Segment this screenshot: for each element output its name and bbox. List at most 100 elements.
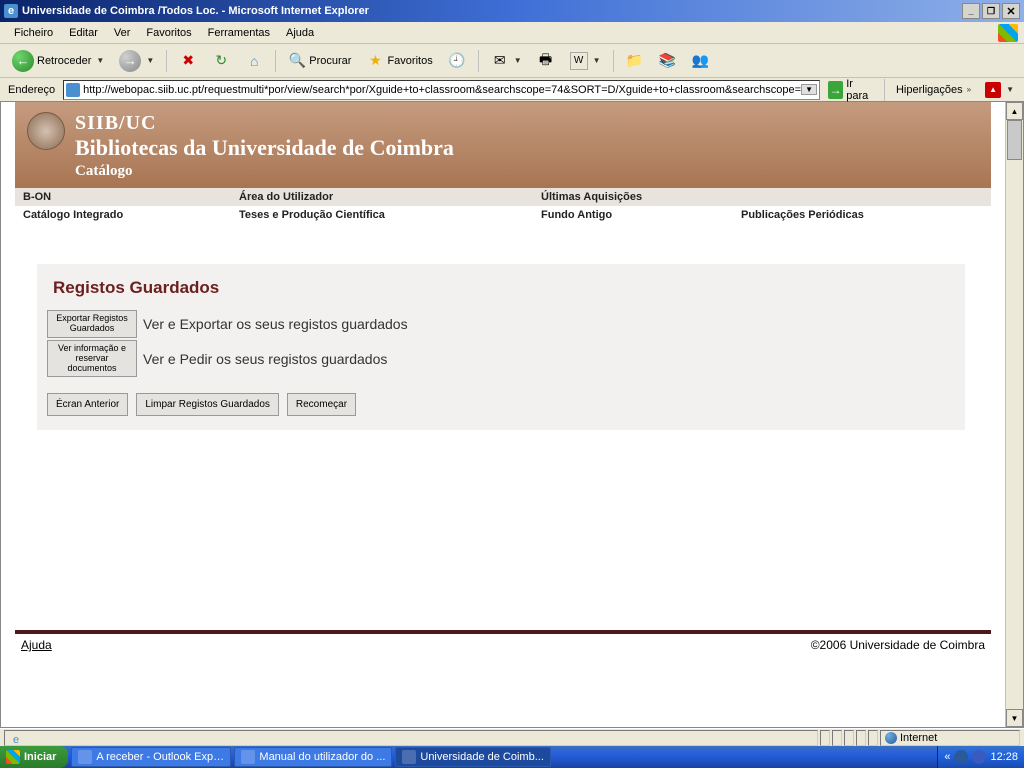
messenger-button[interactable]: 👥 [686, 48, 716, 74]
nav-bon[interactable]: B-ON [15, 188, 231, 206]
nav-publicacoes[interactable]: Publicações Periódicas [733, 206, 991, 224]
ie-icon [402, 750, 416, 764]
footer-copyright: ©2006 Universidade de Coimbra [811, 638, 985, 652]
nav-teses[interactable]: Teses e Produção Científica [231, 206, 533, 224]
export-row: Exportar Registos Guardados Ver e Export… [47, 310, 955, 338]
go-label: Ir para [846, 78, 873, 102]
outlook-icon [78, 750, 92, 764]
address-text: http://webopac.siib.uc.pt/requestmulti*p… [83, 84, 801, 96]
minimize-button[interactable]: _ [962, 3, 980, 19]
nav-area-utilizador[interactable]: Área do Utilizador [231, 188, 533, 206]
go-icon: → [828, 81, 843, 99]
chevron-down-icon: ▼ [96, 56, 104, 65]
window-titlebar: e Universidade de Coimbra /Todos Loc. - … [0, 0, 1024, 22]
zone-label: Internet [900, 732, 937, 744]
windows-flag-icon [998, 24, 1018, 42]
search-button[interactable]: 🔍 Procurar [282, 48, 357, 74]
page-body: SIIB/UC Bibliotecas da Universidade de C… [1, 102, 1005, 727]
print-button[interactable]: 🖶 [531, 48, 561, 74]
tray-icon[interactable] [954, 750, 968, 764]
start-button[interactable]: Iniciar [0, 746, 68, 768]
address-bar: Endereço http://webopac.siib.uc.pt/reque… [0, 78, 1024, 102]
mail-icon: ✉ [491, 52, 509, 70]
taskbar-task-outlook[interactable]: A receber - Outlook Expr... [71, 747, 231, 767]
header-line1: SIIB/UC [75, 112, 973, 135]
links-button[interactable]: Hiperligações » [892, 84, 975, 96]
clear-records-button[interactable]: Limpar Registos Guardados [136, 393, 279, 416]
stop-button[interactable]: ✖ [173, 48, 203, 74]
previous-screen-button[interactable]: Écran Anterior [47, 393, 128, 416]
university-seal-icon [27, 112, 65, 150]
taskbar-task-word[interactable]: Manual do utilizador do ... [234, 747, 392, 767]
pdf-icon: ▲ [985, 82, 1001, 98]
scroll-down-button[interactable]: ▼ [1006, 709, 1023, 727]
menu-ficheiro[interactable]: Ficheiro [6, 25, 61, 41]
system-clock[interactable]: 12:28 [990, 751, 1018, 763]
windows-flag-icon [6, 750, 20, 764]
security-zone: Internet [880, 730, 1020, 746]
stop-icon: ✖ [179, 52, 197, 70]
vertical-scrollbar[interactable]: ▲ ▼ [1005, 102, 1023, 727]
nav-catalogo-integrado[interactable]: Catálogo Integrado [15, 206, 231, 224]
pdf-button[interactable]: ▲▼ [979, 77, 1020, 103]
tray-chevron[interactable]: « [944, 751, 950, 763]
system-tray: « 12:28 [937, 746, 1024, 768]
mail-button[interactable]: ✉▼ [485, 48, 528, 74]
chevron-down-icon: ▼ [146, 56, 154, 65]
back-button[interactable]: ← Retroceder ▼ [6, 48, 110, 74]
menu-ferramentas[interactable]: Ferramentas [200, 25, 278, 41]
address-input[interactable]: http://webopac.siib.uc.pt/requestmulti*p… [63, 80, 820, 100]
maximize-button[interactable]: ❐ [982, 3, 1000, 19]
windows-taskbar: Iniciar A receber - Outlook Expr... Manu… [0, 746, 1024, 768]
address-dropdown[interactable]: ▼ [801, 84, 817, 95]
go-button[interactable]: → Ir para [824, 80, 877, 100]
saved-records-box: Registos Guardados Exportar Registos Gua… [37, 264, 965, 430]
menu-ajuda[interactable]: Ajuda [278, 25, 322, 41]
nav-row-1: B-ON Área do Utilizador Últimas Aquisiçõ… [15, 188, 991, 206]
task-label: A receber - Outlook Expr... [96, 751, 224, 763]
forward-icon: → [119, 50, 141, 72]
tray-icon[interactable] [972, 750, 986, 764]
refresh-icon: ↻ [212, 52, 230, 70]
research-button[interactable]: 📚 [653, 48, 683, 74]
nav-ultimas-aquisicoes[interactable]: Últimas Aquisições [533, 188, 733, 206]
scroll-up-button[interactable]: ▲ [1006, 102, 1023, 120]
chevron-down-icon: ▼ [514, 56, 522, 65]
ie-icon: e [4, 4, 18, 18]
search-label: Procurar [309, 55, 351, 67]
info-desc: Ver e Pedir os seus registos guardados [143, 351, 387, 367]
export-desc: Ver e Exportar os seus registos guardado… [143, 316, 408, 332]
restart-button[interactable]: Recomeçar [287, 393, 356, 416]
favorites-button[interactable]: ★ Favoritos [360, 48, 438, 74]
globe-icon [885, 732, 897, 744]
menu-ver[interactable]: Ver [106, 25, 139, 41]
toolbar-separator [884, 79, 885, 101]
edit-button[interactable]: W▼ [564, 48, 607, 74]
status-seg [868, 730, 878, 746]
status-seg [820, 730, 830, 746]
refresh-button[interactable]: ↻ [206, 48, 236, 74]
content-area: SIIB/UC Bibliotecas da Universidade de C… [0, 102, 1024, 728]
chevron-down-icon: ▼ [593, 56, 601, 65]
folder-button[interactable]: 📁 [620, 48, 650, 74]
forward-button[interactable]: → ▼ [113, 48, 160, 74]
history-button[interactable]: 🕘 [442, 48, 472, 74]
task-label: Universidade de Coimb... [420, 751, 544, 763]
footer-help-link[interactable]: Ajuda [21, 638, 52, 652]
back-label: Retroceder [37, 55, 91, 67]
start-label: Iniciar [24, 751, 56, 763]
nav-fundo-antigo[interactable]: Fundo Antigo [533, 206, 733, 224]
print-icon: 🖶 [537, 52, 555, 70]
menu-favoritos[interactable]: Favoritos [138, 25, 199, 41]
view-info-button[interactable]: Ver informação e reservar documentos [47, 340, 137, 378]
task-label: Manual do utilizador do ... [259, 751, 385, 763]
history-icon: 🕘 [448, 52, 466, 70]
menu-editar[interactable]: Editar [61, 25, 106, 41]
main-toolbar: ← Retroceder ▼ → ▼ ✖ ↻ ⌂ 🔍 Procurar ★ Fa… [0, 44, 1024, 78]
home-button[interactable]: ⌂ [239, 48, 269, 74]
close-button[interactable]: ✕ [1002, 3, 1020, 19]
toolbar-separator [275, 50, 276, 72]
export-records-button[interactable]: Exportar Registos Guardados [47, 310, 137, 338]
scroll-thumb[interactable] [1007, 120, 1022, 160]
taskbar-task-ie[interactable]: Universidade de Coimb... [395, 747, 551, 767]
